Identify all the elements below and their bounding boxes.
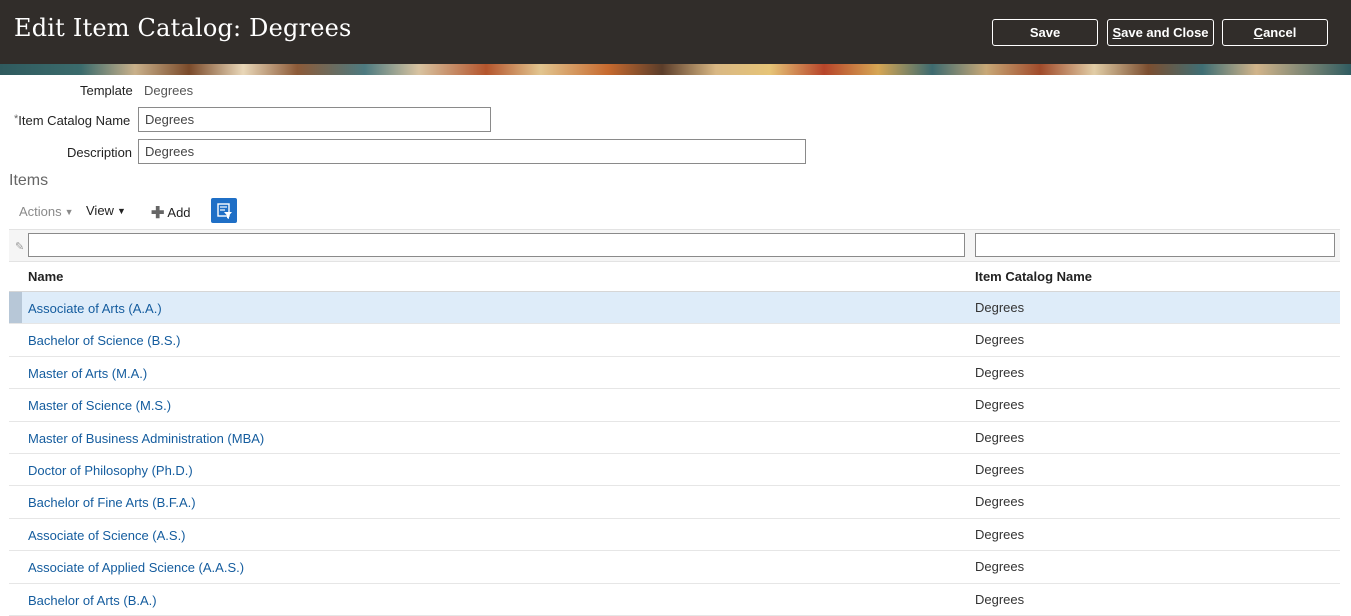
item-catalog-cell: Degrees [975, 591, 1025, 607]
clear-filter-icon[interactable]: ✎ [15, 240, 24, 253]
page-header: Edit Item Catalog: Degrees Save Save and… [0, 0, 1351, 64]
actions-label: Actions [19, 204, 62, 219]
item-name-link[interactable]: Bachelor of Fine Arts (B.F.A.) [28, 495, 196, 510]
row-selector [9, 292, 22, 324]
column-header-catalog-name[interactable]: Item Catalog Name [975, 269, 1092, 284]
item-name-link[interactable]: Associate of Science (A.S.) [28, 528, 186, 543]
filter-row: ✎ [9, 229, 1340, 262]
table-row[interactable]: Associate of Applied Science (A.A.S.) Deg… [9, 551, 1340, 584]
save-close-mnemonic: S [1112, 25, 1122, 40]
item-name-link[interactable]: Associate of Applied Science (A.A.S.) [28, 560, 244, 575]
table-row[interactable]: Bachelor of Arts (B.A.) Degrees [9, 584, 1340, 616]
column-header-name[interactable]: Name [28, 269, 63, 284]
item-catalog-cell: Degrees [975, 494, 1025, 510]
table-row[interactable]: Associate of Science (A.S.) Degrees [9, 519, 1340, 552]
item-catalog-cell: Degrees [975, 429, 1025, 445]
catalog-name-label-text: Item Catalog Name [18, 113, 131, 128]
page-title: Edit Item Catalog: Degrees [14, 14, 352, 42]
item-catalog-cell: Degrees [975, 364, 1025, 380]
item-name-link[interactable]: Master of Arts (M.A.) [28, 366, 147, 381]
item-catalog-cell: Degrees [975, 559, 1025, 575]
items-table: Associate of Arts (A.A.) Degrees Bachelor… [9, 292, 1340, 616]
items-section-title: Items [9, 172, 49, 189]
catalog-name-label: *Item Catalog Name [14, 113, 130, 128]
view-label: View [86, 203, 114, 218]
item-name-link[interactable]: Associate of Arts (A.A.) [28, 301, 162, 316]
catalog-name-input[interactable] [138, 107, 491, 132]
cancel-button[interactable]: Cancel [1222, 19, 1328, 46]
add-label: Add [167, 205, 191, 220]
item-name-link[interactable]: Bachelor of Science (B.S.) [28, 333, 180, 348]
save-close-label: ave and Close [1121, 25, 1209, 40]
cancel-mnemonic: C [1253, 25, 1264, 40]
save-and-close-button[interactable]: Save and Close [1107, 19, 1214, 46]
item-name-link[interactable]: Master of Science (M.S.) [28, 398, 171, 413]
query-by-example-icon [217, 203, 232, 219]
template-value: Degrees [144, 83, 194, 98]
chevron-down-icon: ▼ [64, 207, 74, 217]
decorative-banner [0, 64, 1351, 75]
table-row[interactable]: Bachelor of Fine Arts (B.F.A.) Degrees [9, 486, 1340, 519]
table-row[interactable]: Master of Science (M.S.) Degrees [9, 389, 1340, 422]
plus-icon: ✚ [151, 205, 165, 222]
query-by-example-button[interactable] [211, 198, 237, 223]
item-catalog-cell: Degrees [975, 397, 1025, 413]
table-row[interactable]: Master of Arts (M.A.) Degrees [9, 357, 1340, 390]
add-button[interactable]: ✚ Add [151, 203, 191, 223]
view-menu[interactable]: View ▼ [86, 203, 126, 218]
item-catalog-cell: Degrees [975, 332, 1025, 348]
catalog-name-filter-input[interactable] [975, 233, 1335, 257]
item-catalog-cell: Degrees [975, 461, 1025, 477]
description-label: Description [67, 145, 133, 160]
item-catalog-cell: Degrees [975, 526, 1025, 542]
table-row[interactable]: Master of Business Administration (MBA) D… [9, 422, 1340, 454]
save-button[interactable]: Save [992, 19, 1098, 46]
chevron-down-icon: ▼ [116, 206, 126, 216]
item-name-link[interactable]: Bachelor of Arts (B.A.) [28, 593, 157, 608]
table-row[interactable]: Doctor of Philosophy (Ph.D.) Degrees [9, 454, 1340, 487]
table-header: Name Item Catalog Name [9, 262, 1340, 292]
actions-menu[interactable]: Actions ▼ [19, 204, 74, 219]
item-name-link[interactable]: Master of Business Administration (MBA) [28, 431, 264, 446]
table-row[interactable]: Associate of Arts (A.A.) Degrees [9, 292, 1340, 325]
item-name-link[interactable]: Doctor of Philosophy (Ph.D.) [28, 463, 193, 478]
cancel-label: ancel [1263, 25, 1297, 40]
table-row[interactable]: Bachelor of Science (B.S.) Degrees [9, 324, 1340, 357]
name-filter-input[interactable] [28, 233, 965, 257]
item-catalog-cell: Degrees [975, 300, 1025, 315]
template-label: Template [80, 83, 133, 98]
description-input[interactable] [138, 139, 806, 164]
